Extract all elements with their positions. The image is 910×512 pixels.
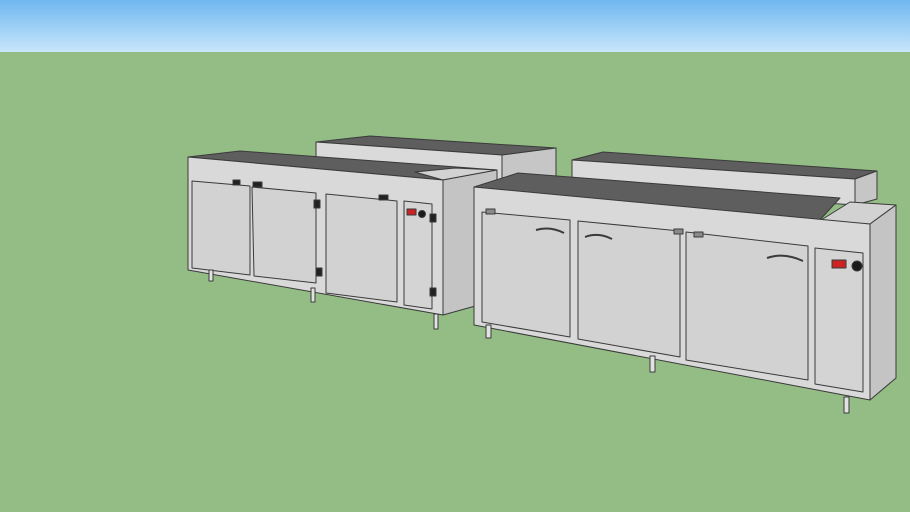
- hinge-icon: [693, 231, 704, 238]
- hinge-icon: [232, 179, 241, 186]
- leg: [843, 396, 850, 414]
- hinge-icon: [485, 208, 496, 215]
- hinge-icon: [673, 228, 684, 235]
- door-left-2[interactable]: [251, 186, 317, 284]
- hinge-icon: [429, 213, 437, 223]
- side-panel: [869, 204, 897, 401]
- control-panel: [403, 200, 433, 310]
- hinge-icon: [378, 194, 389, 201]
- front-counter-left[interactable]: [187, 150, 498, 330]
- door-right-3[interactable]: [685, 231, 809, 381]
- hinge-icon: [313, 199, 321, 209]
- door-left-1[interactable]: [191, 180, 251, 276]
- door-left-3[interactable]: [325, 193, 398, 303]
- temperature-display: [406, 208, 417, 216]
- control-knob-icon[interactable]: [418, 210, 426, 218]
- leg: [649, 355, 656, 373]
- hinge-icon: [315, 267, 323, 277]
- leg: [208, 269, 214, 282]
- hinge-icon: [252, 181, 263, 188]
- leg: [485, 324, 492, 339]
- door-right-2[interactable]: [577, 220, 681, 358]
- model-viewport[interactable]: [0, 0, 910, 512]
- front-counter-right[interactable]: [473, 172, 897, 414]
- scene-3d-view[interactable]: [0, 0, 910, 512]
- control-knob-icon[interactable]: [851, 260, 863, 272]
- temperature-display: [831, 259, 847, 269]
- leg: [310, 287, 316, 303]
- leg: [433, 313, 439, 330]
- hinge-icon: [429, 287, 437, 297]
